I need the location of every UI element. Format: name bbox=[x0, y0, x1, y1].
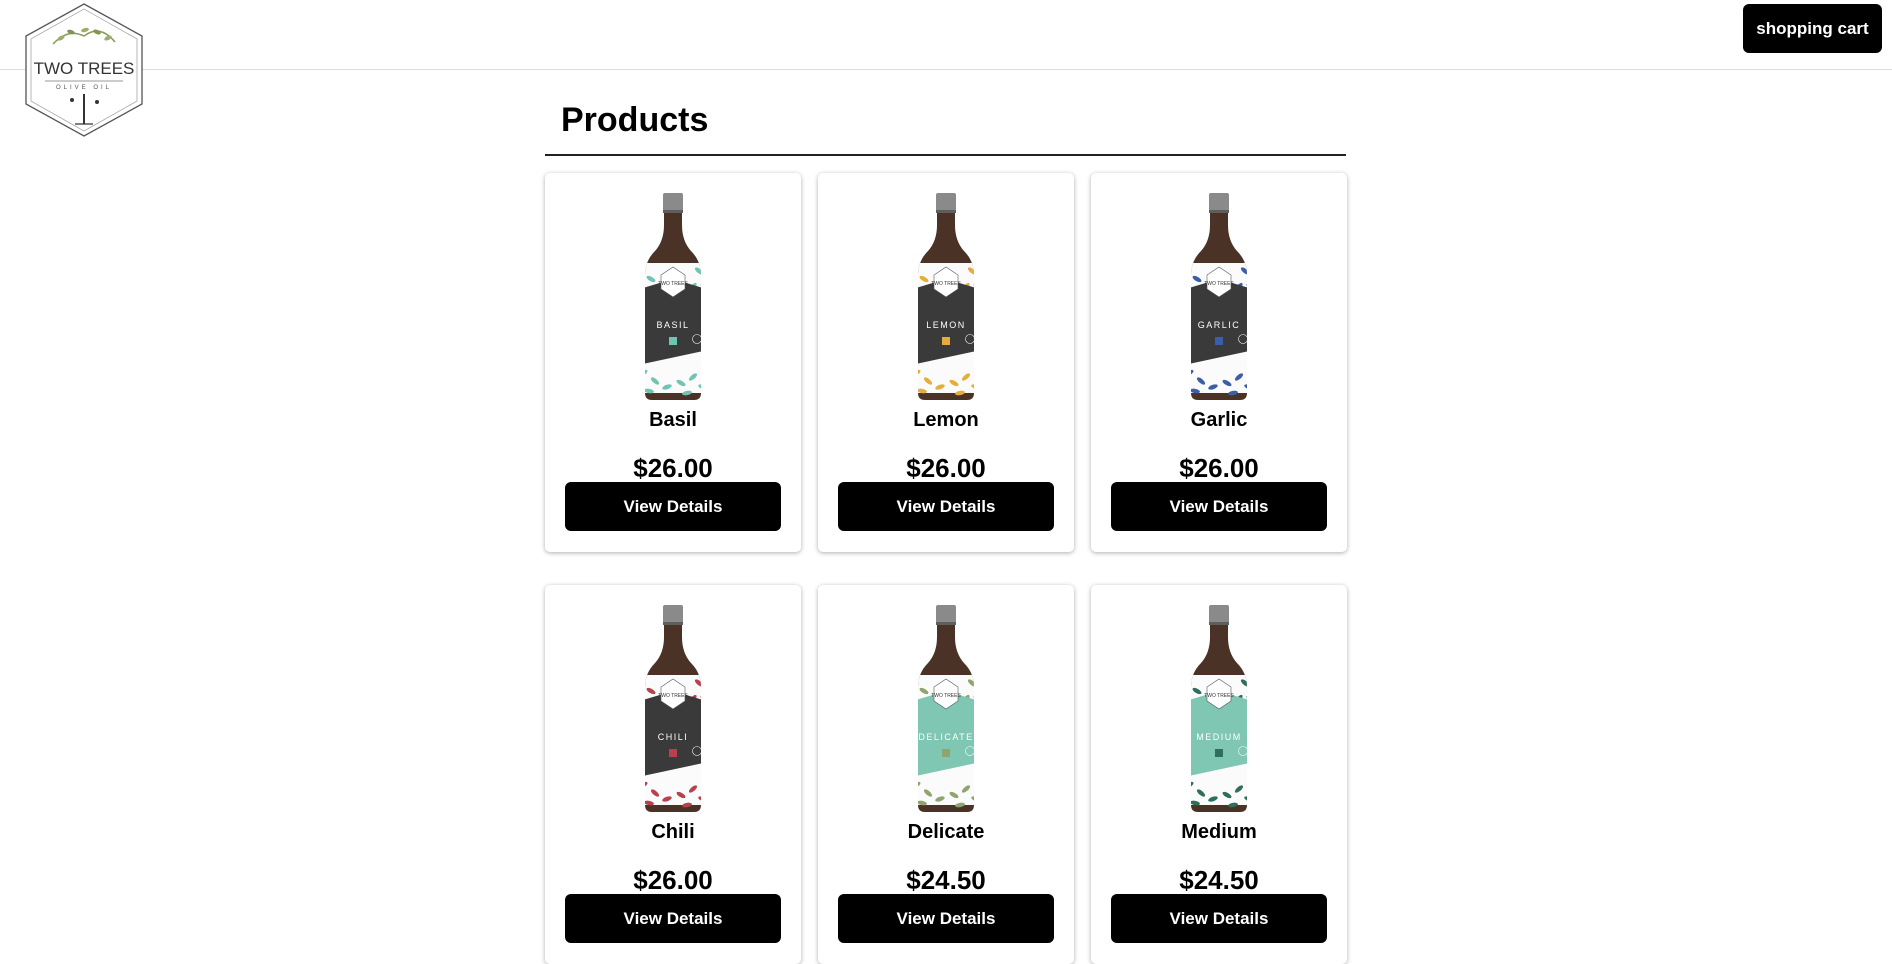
product-price: $24.50 bbox=[906, 865, 986, 895]
svg-text:LEMON: LEMON bbox=[926, 320, 966, 330]
product-card-basil: TWO TREES BASIL Basil $26.00 View Detail… bbox=[545, 173, 801, 552]
product-price: $26.00 bbox=[906, 453, 986, 483]
svg-text:OLIVE OIL: OLIVE OIL bbox=[56, 85, 112, 91]
product-name: Basil bbox=[649, 409, 697, 431]
svg-text:TWO TREES: TWO TREES bbox=[931, 693, 961, 699]
svg-text:TWO TREES: TWO TREES bbox=[658, 693, 688, 699]
product-card-garlic: TWO TREES GARLIC Garlic $26.00 View Deta… bbox=[1091, 173, 1347, 552]
product-name: Garlic bbox=[1190, 409, 1248, 431]
product-price: $26.00 bbox=[1179, 453, 1259, 483]
svg-text:BASIL: BASIL bbox=[656, 320, 689, 330]
product-price: $26.00 bbox=[633, 453, 713, 483]
view-details-button-chili[interactable]: View Details bbox=[565, 894, 781, 943]
view-details-button-garlic[interactable]: View Details bbox=[1111, 482, 1327, 531]
product-card-medium: TWO TREES MEDIUM Medium $24.50 View Deta… bbox=[1091, 585, 1347, 964]
svg-text:MEDIUM: MEDIUM bbox=[1196, 732, 1242, 742]
product-name: Lemon bbox=[913, 409, 979, 431]
product-card-lemon: TWO TREES LEMON Lemon $26.00 View Detail… bbox=[818, 173, 1074, 552]
svg-text:TWO TREES: TWO TREES bbox=[1204, 281, 1234, 287]
olive-oil-bottle-image[interactable]: TWO TREES LEMON bbox=[906, 191, 986, 403]
olive-oil-bottle-image[interactable]: TWO TREES BASIL bbox=[633, 191, 713, 403]
svg-text:TWO TREES: TWO TREES bbox=[1204, 693, 1234, 699]
svg-text:TWO TREES: TWO TREES bbox=[931, 281, 961, 287]
page-title: Products bbox=[561, 101, 709, 139]
olive-oil-bottle-image[interactable]: TWO TREES DELICATE bbox=[906, 603, 986, 815]
two-trees-logo-icon: TWO TREES OLIVE OIL bbox=[25, 3, 143, 137]
product-price: $26.00 bbox=[633, 865, 713, 895]
view-details-button-lemon[interactable]: View Details bbox=[838, 482, 1054, 531]
top-bar: shopping cart bbox=[0, 0, 1892, 70]
product-card-chili: TWO TREES CHILI Chili $26.00 View Detail… bbox=[545, 585, 801, 964]
svg-text:DELICATE: DELICATE bbox=[918, 732, 973, 742]
svg-text:TWO TREES: TWO TREES bbox=[34, 59, 135, 78]
svg-text:CHILI: CHILI bbox=[658, 732, 689, 742]
product-name: Chili bbox=[651, 821, 695, 843]
svg-text:GARLIC: GARLIC bbox=[1198, 320, 1241, 330]
product-price: $24.50 bbox=[1179, 865, 1259, 895]
svg-text:TWO TREES: TWO TREES bbox=[658, 281, 688, 287]
view-details-button-medium[interactable]: View Details bbox=[1111, 894, 1327, 943]
product-name: Medium bbox=[1181, 821, 1257, 843]
view-details-button-basil[interactable]: View Details bbox=[565, 482, 781, 531]
product-card-delicate: TWO TREES DELICATE Delicate $24.50 View … bbox=[818, 585, 1074, 964]
olive-oil-bottle-image[interactable]: TWO TREES CHILI bbox=[633, 603, 713, 815]
shopping-cart-button[interactable]: shopping cart bbox=[1743, 4, 1882, 53]
two-trees-logo[interactable]: TWO TREES OLIVE OIL bbox=[23, 2, 145, 138]
olive-oil-bottle-image[interactable]: TWO TREES MEDIUM bbox=[1179, 603, 1259, 815]
product-name: Delicate bbox=[907, 821, 985, 843]
title-divider bbox=[545, 154, 1346, 156]
view-details-button-delicate[interactable]: View Details bbox=[838, 894, 1054, 943]
olive-oil-bottle-image[interactable]: TWO TREES GARLIC bbox=[1179, 191, 1259, 403]
